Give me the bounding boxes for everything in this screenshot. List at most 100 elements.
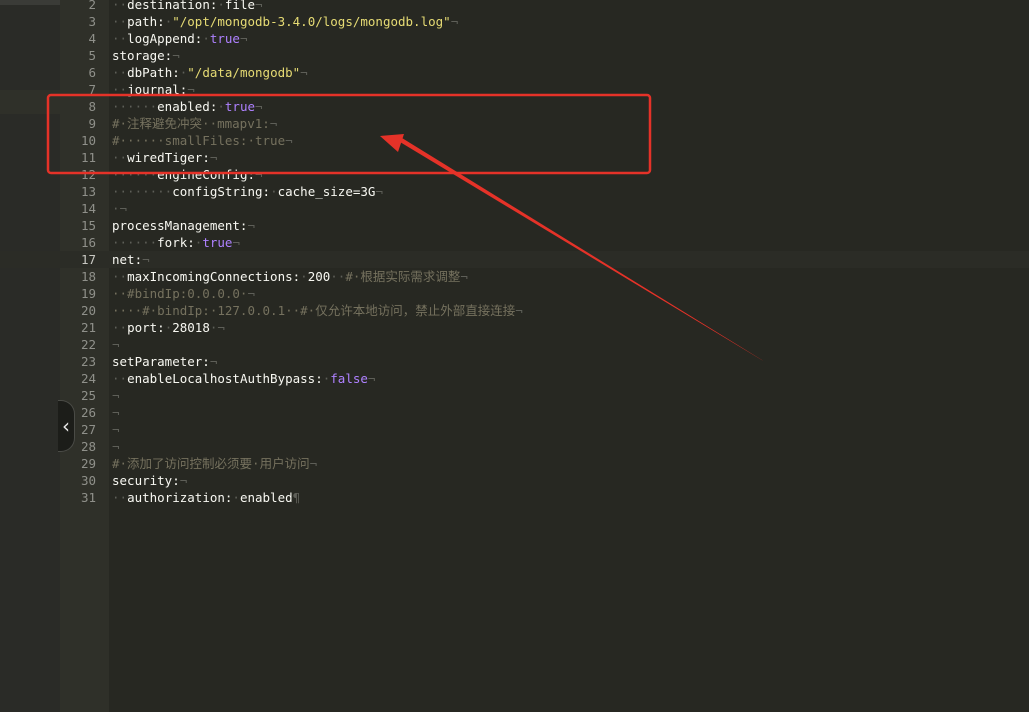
- line-number: 20: [80, 303, 96, 318]
- code-token: ¬: [460, 269, 468, 284]
- code-text: ··logAppend:·true¬: [112, 30, 248, 47]
- line-number: 13: [80, 184, 96, 199]
- code-line[interactable]: 17 net:¬: [0, 251, 1029, 268]
- line-number: 29: [80, 456, 96, 471]
- code-line[interactable]: 19 ··#bindIp:0.0.0.0·¬: [0, 285, 1029, 302]
- code-token: ¬: [255, 0, 263, 12]
- code-token: ·: [300, 269, 308, 284]
- line-number: 4: [88, 31, 96, 46]
- line-number: 3: [88, 14, 96, 29]
- code-line[interactable]: 8 ······enabled:·true¬: [0, 98, 1029, 115]
- code-token: ··#bindIp:0.0.0.0·: [112, 286, 248, 301]
- code-line[interactable]: 27 ¬: [0, 421, 1029, 438]
- code-token: ¬: [239, 31, 248, 46]
- code-text: ¬: [112, 438, 120, 455]
- code-line[interactable]: 15 processManagement:¬: [0, 217, 1029, 234]
- code-line[interactable]: 16 ······fork:·true¬: [0, 234, 1029, 251]
- code-line[interactable]: 3 ··path:·"/opt/mongodb-3.4.0/logs/mongod…: [0, 13, 1029, 30]
- code-line[interactable]: 26 ¬: [0, 404, 1029, 421]
- code-token: ¬: [309, 456, 318, 471]
- line-number: 24: [80, 371, 96, 386]
- code-line[interactable]: 5 storage:¬: [0, 47, 1029, 64]
- code-token: dbPath:: [127, 65, 180, 80]
- code-line[interactable]: 29 #·添加了访问控制必须要·用户访问¬: [0, 455, 1029, 472]
- code-line[interactable]: 11 ··wiredTiger:¬: [0, 149, 1029, 166]
- code-token: ¬: [119, 201, 128, 216]
- code-token: ·: [270, 184, 278, 199]
- code-token: path:: [127, 14, 165, 29]
- code-text: ······enabled:·true¬: [112, 98, 263, 115]
- code-line[interactable]: 10 #······smallFiles:·true¬: [0, 132, 1029, 149]
- code-token: ······: [112, 99, 158, 114]
- collapse-sidebar-button[interactable]: ‹: [58, 400, 75, 452]
- code-token: port:: [127, 320, 165, 335]
- code-text: ··path:·"/opt/mongodb-3.4.0/logs/mongodb…: [112, 13, 458, 30]
- code-text: ··wiredTiger:¬: [112, 149, 217, 166]
- code-token: true: [224, 99, 256, 114]
- code-line[interactable]: 9 #·注释避免冲突··mmapv1:¬: [0, 115, 1029, 132]
- code-token: #······smallFiles:·true: [112, 133, 286, 148]
- line-number: 11: [80, 150, 96, 165]
- code-token: file: [224, 0, 256, 12]
- code-token: setParameter:: [112, 354, 210, 369]
- code-line[interactable]: 7 ··journal:¬: [0, 81, 1029, 98]
- code-token: ··: [112, 150, 128, 165]
- code-line[interactable]: 24 ··enableLocalhostAuthBypass:·false¬: [0, 370, 1029, 387]
- chevron-left-icon: ‹: [62, 414, 70, 438]
- code-token: ··: [112, 14, 128, 29]
- line-number: 17: [80, 252, 96, 267]
- code-token: ¬: [112, 337, 120, 352]
- code-token: ¬: [232, 235, 240, 250]
- code-text: ··port:·28018·¬: [112, 319, 225, 336]
- code-text: ······fork:·true¬: [112, 234, 240, 251]
- code-token: journal:: [127, 82, 188, 97]
- code-text: ··maxIncomingConnections:·200··#·根据实际需求调…: [112, 268, 468, 285]
- code-token: processManagement:: [112, 218, 248, 233]
- code-token: ¬: [112, 439, 120, 454]
- code-token: ¬: [112, 388, 120, 403]
- line-number: 7: [88, 82, 96, 97]
- code-line[interactable]: 18 ··maxIncomingConnections:·200··#·根据实际需…: [0, 268, 1029, 285]
- code-line[interactable]: 2 ··destination:·file¬: [0, 0, 1029, 13]
- code-token: fork:: [157, 235, 195, 250]
- code-token: engineConfig:: [157, 167, 255, 182]
- code-line[interactable]: 23 setParameter:¬: [0, 353, 1029, 370]
- code-text: ··destination:·file¬: [112, 0, 263, 13]
- line-number: 22: [80, 337, 96, 352]
- code-line[interactable]: 4 ··logAppend:·true¬: [0, 30, 1029, 47]
- code-token: ··: [330, 269, 346, 284]
- line-number: 21: [80, 320, 96, 335]
- code-line[interactable]: 25 ¬: [0, 387, 1029, 404]
- code-text: ··authorization:·enabled¶: [112, 489, 300, 506]
- code-text: ······engineConfig:¬: [112, 166, 263, 183]
- code-token: true: [202, 235, 233, 250]
- line-number: 19: [80, 286, 96, 301]
- code-token: cache_size=3G: [277, 184, 376, 199]
- code-line[interactable]: 30 security:¬: [0, 472, 1029, 489]
- code-line[interactable]: 22 ¬: [0, 336, 1029, 353]
- code-token: ¶: [292, 490, 301, 505]
- code-line[interactable]: 20 ····#·bindIp:·127.0.0.1··#·仅允许本地访问，禁止外…: [0, 302, 1029, 319]
- code-token: ·: [217, 99, 225, 114]
- code-token: false: [330, 371, 368, 386]
- code-line[interactable]: 21 ··port:·28018·¬: [0, 319, 1029, 336]
- code-line[interactable]: 13 ········configString:·cache_size=3G¬: [0, 183, 1029, 200]
- code-token: ··: [112, 0, 128, 12]
- line-number: 18: [80, 269, 96, 284]
- code-line[interactable]: 14 ·¬: [0, 200, 1029, 217]
- code-token: ······: [112, 235, 158, 250]
- code-token: ¬: [515, 303, 523, 318]
- code-text: ¬: [112, 336, 120, 353]
- code-text: ·¬: [112, 200, 127, 217]
- code-token: logAppend:: [127, 31, 203, 46]
- code-text: ··#bindIp:0.0.0.0·¬: [112, 285, 255, 302]
- code-token: authorization:: [127, 490, 233, 505]
- line-number: 5: [88, 48, 96, 63]
- code-line[interactable]: 12 ······engineConfig:¬: [0, 166, 1029, 183]
- code-token: ¬: [255, 167, 263, 182]
- code-line[interactable]: 6 ··dbPath:·"/data/mongodb"¬: [0, 64, 1029, 81]
- code-line[interactable]: 31 ··authorization:·enabled¶: [0, 489, 1029, 506]
- code-token: ¬: [255, 99, 263, 114]
- code-token: ··: [112, 320, 128, 335]
- code-line[interactable]: 28 ¬: [0, 438, 1029, 455]
